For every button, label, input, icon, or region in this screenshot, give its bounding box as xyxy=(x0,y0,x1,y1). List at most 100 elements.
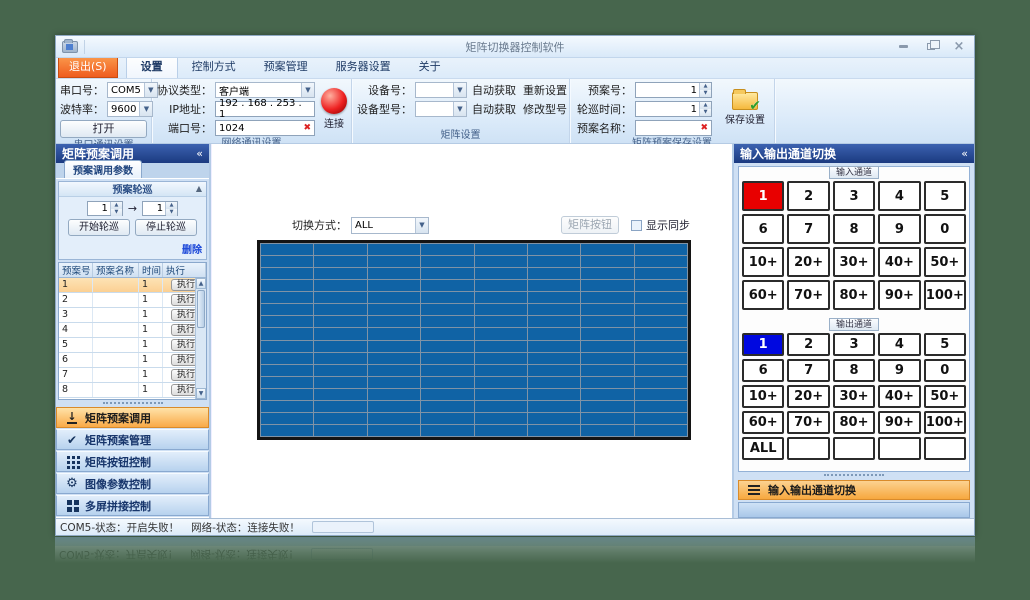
table-row[interactable]: 8 1 执行 xyxy=(59,383,206,398)
matrix-button[interactable]: 矩阵按钮 xyxy=(561,216,619,234)
matrix-cell[interactable] xyxy=(314,256,366,267)
output-channel-cell[interactable]: 6 xyxy=(742,359,784,382)
matrix-cell[interactable] xyxy=(581,365,633,376)
matrix-cell[interactable] xyxy=(635,365,687,376)
matrix-cell[interactable] xyxy=(581,328,633,339)
matrix-cell[interactable] xyxy=(581,413,633,424)
scroll-down-icon[interactable]: ▼ xyxy=(196,388,206,399)
matrix-cell[interactable] xyxy=(635,292,687,303)
matrix-cell[interactable] xyxy=(528,389,580,400)
matrix-cell[interactable] xyxy=(421,365,473,376)
minimize-button[interactable] xyxy=(894,40,912,54)
scroll-up-icon[interactable]: ▲ xyxy=(196,278,206,289)
nav-preset-call[interactable]: ↓ 矩阵预案调用 xyxy=(56,407,209,428)
matrix-cell[interactable] xyxy=(261,365,313,376)
matrix-cell[interactable] xyxy=(261,328,313,339)
matrix-cell[interactable] xyxy=(314,328,366,339)
table-row[interactable]: 1 1 执行 xyxy=(59,278,206,293)
matrix-cell[interactable] xyxy=(528,413,580,424)
output-channel-cell[interactable]: 2 xyxy=(787,333,829,356)
matrix-cell[interactable] xyxy=(421,292,473,303)
matrix-cell[interactable] xyxy=(261,353,313,364)
table-row[interactable]: 5 1 执行 xyxy=(59,338,206,353)
device-model-combo[interactable]: ▼ xyxy=(415,101,467,117)
poll-to-spinner[interactable]: 1 ▲▼ xyxy=(142,201,178,216)
input-channel-cell[interactable]: 3 xyxy=(833,181,875,211)
matrix-cell[interactable] xyxy=(421,328,473,339)
output-channel-cell[interactable]: 1 xyxy=(742,333,784,356)
nav-multi-screen[interactable]: 多屏拼接控制 xyxy=(56,495,209,516)
matrix-cell[interactable] xyxy=(528,353,580,364)
matrix-cell[interactable] xyxy=(528,341,580,352)
matrix-cell[interactable] xyxy=(314,304,366,315)
matrix-cell[interactable] xyxy=(528,244,580,255)
chevron-down-icon[interactable]: ▼ xyxy=(415,218,428,233)
matrix-cell[interactable] xyxy=(261,377,313,388)
matrix-cell[interactable] xyxy=(261,244,313,255)
output-channel-cell[interactable] xyxy=(878,437,920,460)
matrix-cell[interactable] xyxy=(581,353,633,364)
output-channel-cell[interactable]: 10+ xyxy=(742,385,784,408)
chevron-down-icon[interactable]: ▼ xyxy=(453,83,466,97)
table-row[interactable]: 6 1 执行 xyxy=(59,353,206,368)
collapse-right-icon[interactable]: « xyxy=(961,147,968,160)
tab-about[interactable]: 关于 xyxy=(405,55,455,78)
matrix-cell[interactable] xyxy=(528,268,580,279)
net-port-input[interactable]: 1024✖ xyxy=(215,120,315,136)
output-channel-cell[interactable]: 9 xyxy=(878,359,920,382)
clear-icon[interactable]: ✖ xyxy=(303,123,311,133)
input-channel-cell[interactable]: 20+ xyxy=(787,247,829,277)
matrix-cell[interactable] xyxy=(581,377,633,388)
collapse-up-icon[interactable]: ▲ xyxy=(196,184,202,193)
output-channel-cell[interactable]: 90+ xyxy=(878,411,920,434)
matrix-cell[interactable] xyxy=(635,353,687,364)
input-channel-cell[interactable]: 0 xyxy=(924,214,966,244)
table-scrollbar[interactable]: ▲ ▼ xyxy=(195,278,206,399)
nav-matrix-buttons[interactable]: 矩阵按钮控制 xyxy=(56,451,209,472)
input-channel-cell[interactable]: 9 xyxy=(878,214,920,244)
matrix-cell[interactable] xyxy=(581,268,633,279)
matrix-cell[interactable] xyxy=(261,280,313,291)
matrix-cell[interactable] xyxy=(314,401,366,412)
input-channel-cell[interactable]: 5 xyxy=(924,181,966,211)
input-channel-cell[interactable]: 7 xyxy=(787,214,829,244)
matrix-cell[interactable] xyxy=(261,389,313,400)
input-channel-cell[interactable]: 1 xyxy=(742,181,784,211)
matrix-cell[interactable] xyxy=(635,244,687,255)
spin-up-icon[interactable]: ▲ xyxy=(700,102,711,109)
spin-up-icon[interactable]: ▲ xyxy=(111,202,122,209)
matrix-cell[interactable] xyxy=(635,401,687,412)
matrix-cell[interactable] xyxy=(368,316,420,327)
matrix-cell[interactable] xyxy=(368,413,420,424)
device-no-combo[interactable]: ▼ xyxy=(415,82,467,98)
output-channel-cell[interactable]: 20+ xyxy=(787,385,829,408)
matrix-cell[interactable] xyxy=(421,256,473,267)
preset-no-spinner[interactable]: 1 ▲▼ xyxy=(635,82,712,98)
baud-rate-combo[interactable]: 9600▼ xyxy=(107,101,153,117)
matrix-cell[interactable] xyxy=(475,280,527,291)
input-channel-cell[interactable]: 100+ xyxy=(924,280,966,310)
matrix-cell[interactable] xyxy=(314,353,366,364)
matrix-cell[interactable] xyxy=(421,268,473,279)
output-channel-cell[interactable]: 30+ xyxy=(833,385,875,408)
exit-button[interactable]: 退出(S) xyxy=(58,55,118,78)
matrix-cell[interactable] xyxy=(421,353,473,364)
matrix-cell[interactable] xyxy=(635,256,687,267)
matrix-cell[interactable] xyxy=(475,401,527,412)
matrix-cell[interactable] xyxy=(368,389,420,400)
matrix-cell[interactable] xyxy=(528,280,580,291)
matrix-cell[interactable] xyxy=(421,389,473,400)
matrix-cell[interactable] xyxy=(421,341,473,352)
auto-get-model-button[interactable]: 自动获取 xyxy=(470,101,518,117)
input-channel-cell[interactable]: 60+ xyxy=(742,280,784,310)
poll-from-spinner[interactable]: 1 ▲▼ xyxy=(87,201,123,216)
matrix-cell[interactable] xyxy=(261,401,313,412)
matrix-cell[interactable] xyxy=(635,341,687,352)
tab-preset-manage[interactable]: 预案管理 xyxy=(250,55,322,78)
spin-down-icon[interactable]: ▼ xyxy=(700,109,711,116)
matrix-cell[interactable] xyxy=(475,353,527,364)
matrix-cell[interactable] xyxy=(368,425,420,436)
matrix-cell[interactable] xyxy=(475,304,527,315)
matrix-cell[interactable] xyxy=(475,413,527,424)
input-channel-cell[interactable]: 4 xyxy=(878,181,920,211)
